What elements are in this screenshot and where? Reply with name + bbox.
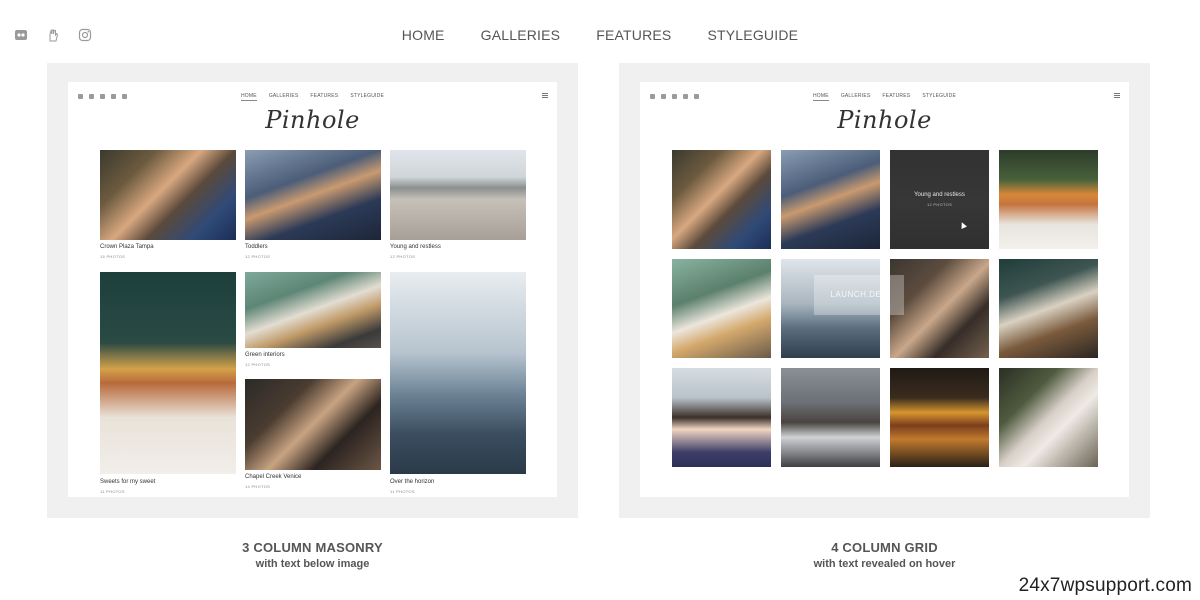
mini-nav: HOME GALLERIES FEATURES STYLEGUIDE (640, 93, 1129, 101)
gallery-count: 11 PHOTOS (390, 489, 415, 494)
grid-thumb (781, 368, 880, 467)
gallery-count: 15 PHOTOS (100, 254, 126, 259)
mini-menu-icon (542, 93, 548, 98)
watermark: LAUNCH.DEN (814, 275, 904, 315)
gallery-count: 12 PHOTOS (390, 254, 416, 259)
nav-galleries[interactable]: GALLERIES (481, 27, 561, 43)
gallery-title: Chapel Creek Venice (245, 474, 302, 480)
nav-features[interactable]: FEATURES (596, 27, 671, 43)
mini-nav-galleries: GALLERIES (840, 93, 871, 99)
gallery-title: Young and restless (390, 244, 441, 250)
mini-nav-styleguide: STYLEGUIDE (350, 93, 384, 99)
gallery-thumb (245, 150, 381, 240)
hover-overlay (890, 150, 989, 249)
grid-thumb (890, 368, 989, 467)
gallery-title: Over the horizon (390, 479, 435, 485)
gallery-thumb (390, 272, 526, 474)
hover-title: Young and restless (914, 192, 965, 198)
hover-count: 12 PHOTOS (926, 202, 953, 207)
masonry-subheading: with text below image (255, 558, 370, 570)
mini-nav-styleguide: STYLEGUIDE (922, 93, 956, 99)
site-logo: Pinhole (837, 106, 932, 134)
site-logo: Pinhole (265, 106, 360, 134)
gallery-count: 12 PHOTOS (245, 254, 271, 259)
grid-thumb-hovered: Young and restless 12 PHOTOS (890, 150, 989, 249)
grid-thumb (672, 259, 771, 358)
gallery-title: Toddlers (245, 244, 268, 250)
mini-nav-features: FEATURES (310, 93, 339, 99)
gallery-thumb (245, 379, 381, 470)
mini-nav-home: HOME (813, 93, 829, 101)
grid-thumb (672, 150, 771, 249)
gallery-count: 12 PHOTOS (245, 362, 271, 367)
gallery-title: Crown Plaza Tampa (100, 244, 154, 250)
gallery-thumb (100, 150, 236, 240)
nav-home[interactable]: HOME (402, 27, 445, 43)
gallery-count: 14 PHOTOS (245, 484, 271, 489)
gallery-thumb (390, 150, 526, 240)
gallery-thumb (245, 272, 381, 348)
grid-thumb (999, 150, 1098, 249)
gallery-count: 11 PHOTOS (100, 489, 125, 494)
mini-nav-galleries: GALLERIES (268, 93, 299, 99)
masonry-preview-panel[interactable]: HOME GALLERIES FEATURES STYLEGUIDE Pinho… (47, 63, 578, 518)
gallery-thumb (100, 272, 236, 474)
main-nav: HOME GALLERIES FEATURES STYLEGUIDE (0, 27, 1200, 43)
grid-subheading: with text revealed on hover (813, 558, 956, 570)
mini-menu-icon (1114, 93, 1120, 98)
page: HOME GALLERIES FEATURES STYLEGUIDE HOME … (0, 0, 1200, 600)
masonry-preview-card: HOME GALLERIES FEATURES STYLEGUIDE Pinho… (68, 82, 557, 497)
mini-nav-home: HOME (241, 93, 257, 101)
grid-thumb (999, 259, 1098, 358)
grid-thumb (890, 259, 989, 358)
mini-nav-features: FEATURES (882, 93, 911, 99)
grid-thumb (781, 150, 880, 249)
masonry-heading: 3 COLUMN MASONRY (242, 540, 383, 555)
gallery-title: Sweets for my sweet (100, 479, 156, 485)
mini-nav: HOME GALLERIES FEATURES STYLEGUIDE (68, 93, 557, 101)
nav-styleguide[interactable]: STYLEGUIDE (707, 27, 798, 43)
brand-watermark: 24x7wpsupport.com (1018, 575, 1192, 596)
gallery-title: Green interiors (245, 352, 285, 358)
grid-thumb (999, 368, 1098, 467)
grid-heading: 4 COLUMN GRID (831, 540, 938, 555)
grid-thumb (672, 368, 771, 467)
